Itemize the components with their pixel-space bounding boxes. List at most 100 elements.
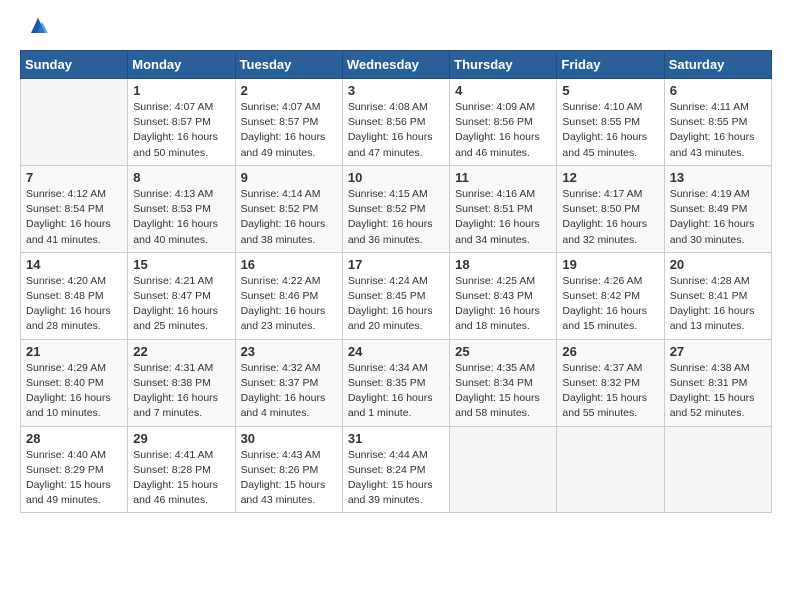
day-info: Sunrise: 4:35 AM Sunset: 8:34 PM Dayligh… — [455, 361, 551, 422]
day-number: 29 — [133, 431, 229, 446]
calendar-cell: 10 Sunrise: 4:15 AM Sunset: 8:52 PM Dayli… — [342, 165, 449, 252]
calendar-cell: 2 Sunrise: 4:07 AM Sunset: 8:57 PM Daylig… — [235, 79, 342, 166]
day-info: Sunrise: 4:08 AM Sunset: 8:56 PM Dayligh… — [348, 100, 444, 161]
day-number: 11 — [455, 170, 551, 185]
day-info: Sunrise: 4:17 AM Sunset: 8:50 PM Dayligh… — [562, 187, 658, 248]
calendar-cell: 9Sunrise: 4:14 AM Sunset: 8:52 PM Daylig… — [235, 165, 342, 252]
calendar-cell — [557, 426, 664, 513]
day-info: Sunrise: 4:07 AM Sunset: 8:57 PM Dayligh… — [241, 100, 337, 161]
day-info: Sunrise: 4:10 AM Sunset: 8:55 PM Dayligh… — [562, 100, 658, 161]
day-number: 24 — [348, 344, 444, 359]
calendar-cell: 21 Sunrise: 4:29 AM Sunset: 8:40 PM Dayli… — [21, 339, 128, 426]
day-number: 4 — [455, 83, 551, 98]
day-info: Sunrise: 4:44 AM Sunset: 8:24 PM Dayligh… — [348, 448, 444, 509]
day-number: 16 — [241, 257, 337, 272]
day-info: Sunrise: 4:37 AM Sunset: 8:32 PM Dayligh… — [562, 361, 658, 422]
day-number: 13 — [670, 170, 766, 185]
day-number: 14 — [26, 257, 122, 272]
calendar-cell: 23Sunrise: 4:32 AM Sunset: 8:37 PM Dayli… — [235, 339, 342, 426]
day-number: 21 — [26, 344, 122, 359]
day-number: 7 — [26, 170, 122, 185]
calendar-cell: 26 Sunrise: 4:37 AM Sunset: 8:32 PM Dayli… — [557, 339, 664, 426]
calendar-cell: 16Sunrise: 4:22 AM Sunset: 8:46 PM Dayli… — [235, 252, 342, 339]
col-header-wednesday: Wednesday — [342, 51, 449, 79]
day-info: Sunrise: 4:24 AM Sunset: 8:45 PM Dayligh… — [348, 274, 444, 335]
day-number: 26 — [562, 344, 658, 359]
day-number: 2 — [241, 83, 337, 98]
calendar-cell: 28Sunrise: 4:40 AM Sunset: 8:29 PM Dayli… — [21, 426, 128, 513]
day-info: Sunrise: 4:28 AM Sunset: 8:41 PM Dayligh… — [670, 274, 766, 335]
calendar-header: SundayMondayTuesdayWednesdayThursdayFrid… — [21, 51, 772, 79]
col-header-thursday: Thursday — [450, 51, 557, 79]
calendar-cell — [21, 79, 128, 166]
calendar-cell: 11 Sunrise: 4:16 AM Sunset: 8:51 PM Dayli… — [450, 165, 557, 252]
day-info: Sunrise: 4:34 AM Sunset: 8:35 PM Dayligh… — [348, 361, 444, 422]
day-number: 6 — [670, 83, 766, 98]
day-number: 18 — [455, 257, 551, 272]
calendar-cell: 3 Sunrise: 4:08 AM Sunset: 8:56 PM Daylig… — [342, 79, 449, 166]
day-number: 17 — [348, 257, 444, 272]
calendar-cell: 1 Sunrise: 4:07 AM Sunset: 8:57 PM Daylig… — [128, 79, 235, 166]
day-number: 8 — [133, 170, 229, 185]
day-info: Sunrise: 4:13 AM Sunset: 8:53 PM Dayligh… — [133, 187, 229, 248]
calendar-cell: 17 Sunrise: 4:24 AM Sunset: 8:45 PM Dayli… — [342, 252, 449, 339]
calendar-cell — [664, 426, 771, 513]
day-number: 25 — [455, 344, 551, 359]
day-number: 22 — [133, 344, 229, 359]
day-info: Sunrise: 4:32 AM Sunset: 8:37 PM Dayligh… — [241, 361, 337, 422]
day-number: 10 — [348, 170, 444, 185]
col-header-saturday: Saturday — [664, 51, 771, 79]
week-row-2: 7 Sunrise: 4:12 AM Sunset: 8:54 PM Daylig… — [21, 165, 772, 252]
calendar-cell: 31 Sunrise: 4:44 AM Sunset: 8:24 PM Dayli… — [342, 426, 449, 513]
calendar-cell: 22 Sunrise: 4:31 AM Sunset: 8:38 PM Dayli… — [128, 339, 235, 426]
day-info: Sunrise: 4:09 AM Sunset: 8:56 PM Dayligh… — [455, 100, 551, 161]
day-info: Sunrise: 4:20 AM Sunset: 8:48 PM Dayligh… — [26, 274, 122, 335]
calendar-cell: 25 Sunrise: 4:35 AM Sunset: 8:34 PM Dayli… — [450, 339, 557, 426]
day-number: 27 — [670, 344, 766, 359]
calendar-cell: 13 Sunrise: 4:19 AM Sunset: 8:49 PM Dayli… — [664, 165, 771, 252]
day-info: Sunrise: 4:31 AM Sunset: 8:38 PM Dayligh… — [133, 361, 229, 422]
calendar-cell: 15Sunrise: 4:21 AM Sunset: 8:47 PM Dayli… — [128, 252, 235, 339]
calendar-cell: 19 Sunrise: 4:26 AM Sunset: 8:42 PM Dayli… — [557, 252, 664, 339]
col-header-monday: Monday — [128, 51, 235, 79]
calendar-cell: 7 Sunrise: 4:12 AM Sunset: 8:54 PM Daylig… — [21, 165, 128, 252]
day-number: 28 — [26, 431, 122, 446]
day-info: Sunrise: 4:16 AM Sunset: 8:51 PM Dayligh… — [455, 187, 551, 248]
calendar-cell: 14 Sunrise: 4:20 AM Sunset: 8:48 PM Dayli… — [21, 252, 128, 339]
day-number: 31 — [348, 431, 444, 446]
day-number: 15 — [133, 257, 229, 272]
calendar-cell: 29Sunrise: 4:41 AM Sunset: 8:28 PM Dayli… — [128, 426, 235, 513]
day-number: 1 — [133, 83, 229, 98]
calendar-cell: 24 Sunrise: 4:34 AM Sunset: 8:35 PM Dayli… — [342, 339, 449, 426]
calendar-cell: 5Sunrise: 4:10 AM Sunset: 8:55 PM Daylig… — [557, 79, 664, 166]
day-info: Sunrise: 4:07 AM Sunset: 8:57 PM Dayligh… — [133, 100, 229, 161]
week-row-5: 28Sunrise: 4:40 AM Sunset: 8:29 PM Dayli… — [21, 426, 772, 513]
calendar-cell: 6 Sunrise: 4:11 AM Sunset: 8:55 PM Daylig… — [664, 79, 771, 166]
day-info: Sunrise: 4:12 AM Sunset: 8:54 PM Dayligh… — [26, 187, 122, 248]
day-info: Sunrise: 4:29 AM Sunset: 8:40 PM Dayligh… — [26, 361, 122, 422]
day-info: Sunrise: 4:15 AM Sunset: 8:52 PM Dayligh… — [348, 187, 444, 248]
col-header-friday: Friday — [557, 51, 664, 79]
day-info: Sunrise: 4:25 AM Sunset: 8:43 PM Dayligh… — [455, 274, 551, 335]
day-info: Sunrise: 4:19 AM Sunset: 8:49 PM Dayligh… — [670, 187, 766, 248]
calendar-cell: 18 Sunrise: 4:25 AM Sunset: 8:43 PM Dayli… — [450, 252, 557, 339]
calendar-cell: 30Sunrise: 4:43 AM Sunset: 8:26 PM Dayli… — [235, 426, 342, 513]
logo-icon — [24, 12, 52, 40]
day-info: Sunrise: 4:11 AM Sunset: 8:55 PM Dayligh… — [670, 100, 766, 161]
day-number: 12 — [562, 170, 658, 185]
calendar-cell: 27 Sunrise: 4:38 AM Sunset: 8:31 PM Dayli… — [664, 339, 771, 426]
day-number: 3 — [348, 83, 444, 98]
week-row-4: 21 Sunrise: 4:29 AM Sunset: 8:40 PM Dayli… — [21, 339, 772, 426]
day-info: Sunrise: 4:38 AM Sunset: 8:31 PM Dayligh… — [670, 361, 766, 422]
calendar-cell — [450, 426, 557, 513]
calendar-table: SundayMondayTuesdayWednesdayThursdayFrid… — [20, 50, 772, 513]
day-info: Sunrise: 4:26 AM Sunset: 8:42 PM Dayligh… — [562, 274, 658, 335]
day-info: Sunrise: 4:43 AM Sunset: 8:26 PM Dayligh… — [241, 448, 337, 509]
week-row-3: 14 Sunrise: 4:20 AM Sunset: 8:48 PM Dayli… — [21, 252, 772, 339]
page-header — [20, 20, 772, 40]
day-number: 19 — [562, 257, 658, 272]
calendar-cell: 20Sunrise: 4:28 AM Sunset: 8:41 PM Dayli… — [664, 252, 771, 339]
col-header-sunday: Sunday — [21, 51, 128, 79]
calendar-cell: 12 Sunrise: 4:17 AM Sunset: 8:50 PM Dayli… — [557, 165, 664, 252]
calendar-cell: 4 Sunrise: 4:09 AM Sunset: 8:56 PM Daylig… — [450, 79, 557, 166]
